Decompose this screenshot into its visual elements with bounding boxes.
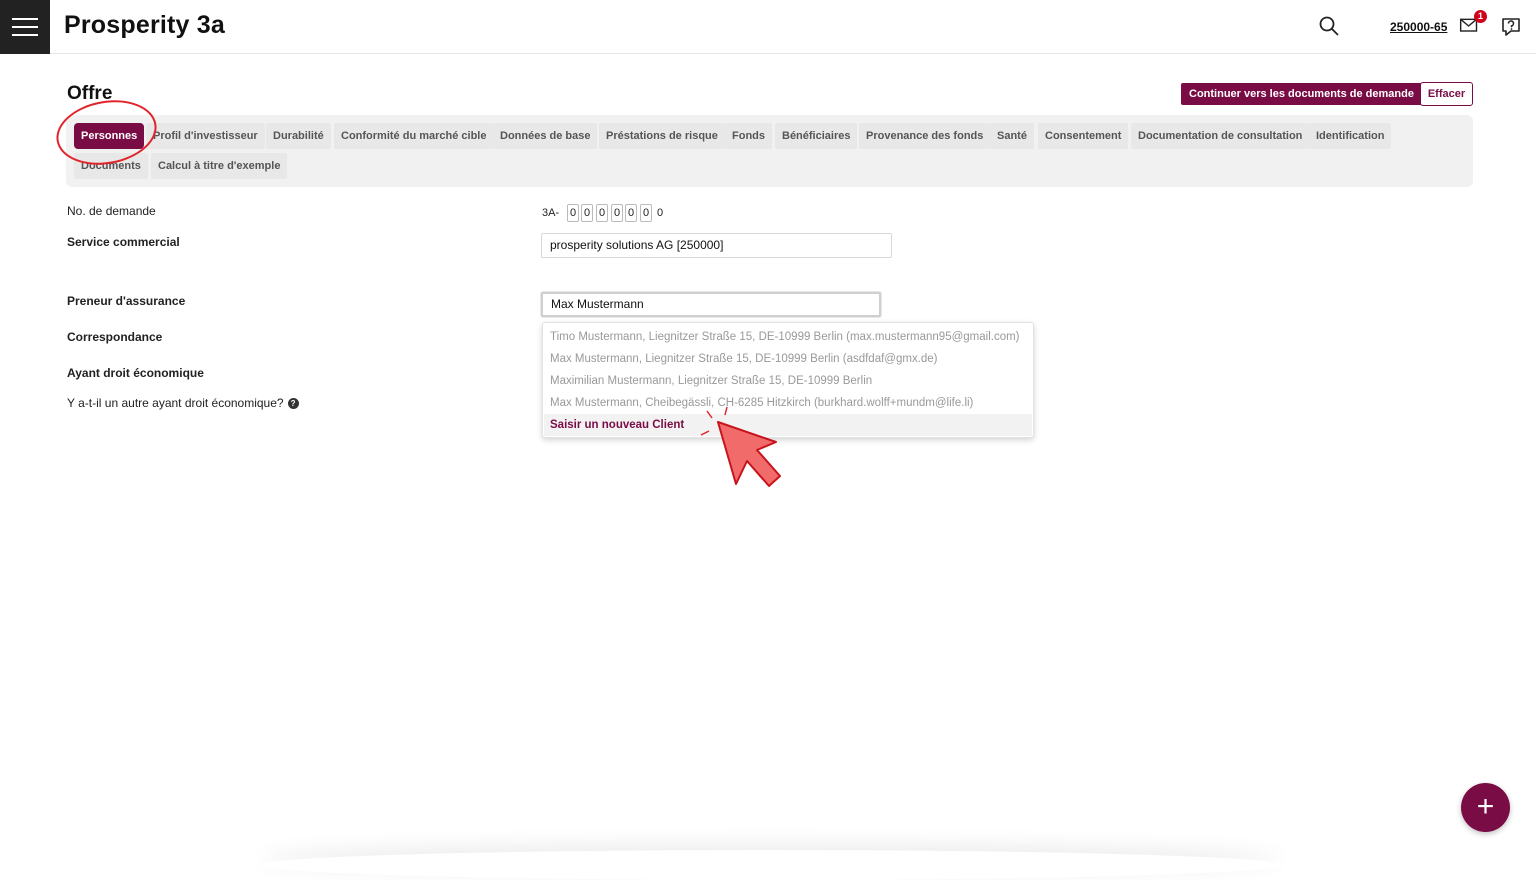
- sales-service-input[interactable]: prosperity solutions AG [250000]: [541, 233, 892, 258]
- request-digit: 0: [625, 204, 637, 222]
- correspondence-label: Correspondance: [67, 330, 163, 344]
- sales-service-label: Service commercial: [67, 235, 180, 249]
- tab-documents[interactable]: Documents: [74, 153, 148, 179]
- mail-count-badge: 1: [1474, 10, 1487, 23]
- tab-durabilite[interactable]: Durabilité: [266, 123, 331, 149]
- tab-profil-investisseur[interactable]: Profil d'investisseur: [146, 123, 265, 149]
- continue-to-documents-button[interactable]: Continuer vers les documents de demande: [1181, 83, 1422, 105]
- add-fab-button[interactable]: +: [1461, 783, 1510, 832]
- request-digit: 0: [596, 204, 608, 222]
- policyholder-input[interactable]: Max Mustermann: [541, 292, 881, 317]
- new-client-option[interactable]: Saisir un nouveau Client: [544, 414, 1032, 436]
- tab-personnes[interactable]: Personnes: [74, 123, 145, 149]
- app-title: Prosperity 3a: [64, 11, 226, 39]
- client-option[interactable]: Maximilian Mustermann, Liegnitzer Straße…: [544, 370, 1032, 392]
- question-help-icon[interactable]: ?: [287, 398, 299, 410]
- request-no-label: No. de demande: [67, 204, 156, 218]
- request-digit: 0: [611, 204, 623, 222]
- search-icon[interactable]: [1317, 14, 1341, 38]
- tab-fonds[interactable]: Fonds: [725, 123, 772, 149]
- other-owner-question-text: Y a-t-il un autre ayant droit économique…: [67, 396, 284, 410]
- bottom-shadow: [260, 850, 1280, 880]
- clear-button[interactable]: Effacer: [1420, 82, 1473, 106]
- policyholder-label: Preneur d'assurance: [67, 294, 186, 308]
- client-option[interactable]: Timo Mustermann, Liegnitzer Straße 15, D…: [544, 326, 1032, 348]
- request-no-prefix: 3A-: [542, 207, 560, 219]
- tab-identification[interactable]: Identification: [1309, 123, 1392, 149]
- hamburger-menu-icon[interactable]: [0, 0, 50, 54]
- client-option[interactable]: Max Mustermann, Liegnitzer Straße 15, DE…: [544, 348, 1032, 370]
- client-option[interactable]: Max Mustermann, Cheibegässli, CH-6285 Hi…: [544, 392, 1032, 414]
- tab-beneficiaires[interactable]: Bénéficiaires: [775, 123, 858, 149]
- beneficial-owner-label: Ayant droit économique: [67, 366, 204, 380]
- page-title: Offre: [67, 83, 113, 104]
- tab-calcul-exemple[interactable]: Calcul à titre d'exemple: [151, 153, 288, 179]
- tab-sante[interactable]: Santé: [990, 123, 1034, 149]
- request-digit: 0: [567, 204, 579, 222]
- other-owner-question: Y a-t-il un autre ayant droit économique…: [67, 396, 299, 410]
- tab-documentation-consultation[interactable]: Documentation de consultation: [1131, 123, 1310, 149]
- tab-conformite-marche-cible[interactable]: Conformité du marché cible: [334, 123, 494, 149]
- tab-provenance-fonds[interactable]: Provenance des fonds: [859, 123, 991, 149]
- top-header: Prosperity 3a 250000-65 1: [0, 0, 1536, 54]
- help-chat-icon[interactable]: [1499, 15, 1523, 39]
- tab-prestations-risque[interactable]: Préstations de risque: [599, 123, 725, 149]
- request-digit: 0: [581, 204, 593, 222]
- tab-consentement[interactable]: Consentement: [1038, 123, 1129, 149]
- account-link[interactable]: 250000-65: [1390, 20, 1447, 34]
- tab-donnees-de-base[interactable]: Données de base: [493, 123, 598, 149]
- client-suggestions-dropdown: Timo Mustermann, Liegnitzer Straße 15, D…: [542, 322, 1034, 438]
- request-digit: 0: [640, 204, 652, 222]
- request-digit: 0: [657, 207, 664, 219]
